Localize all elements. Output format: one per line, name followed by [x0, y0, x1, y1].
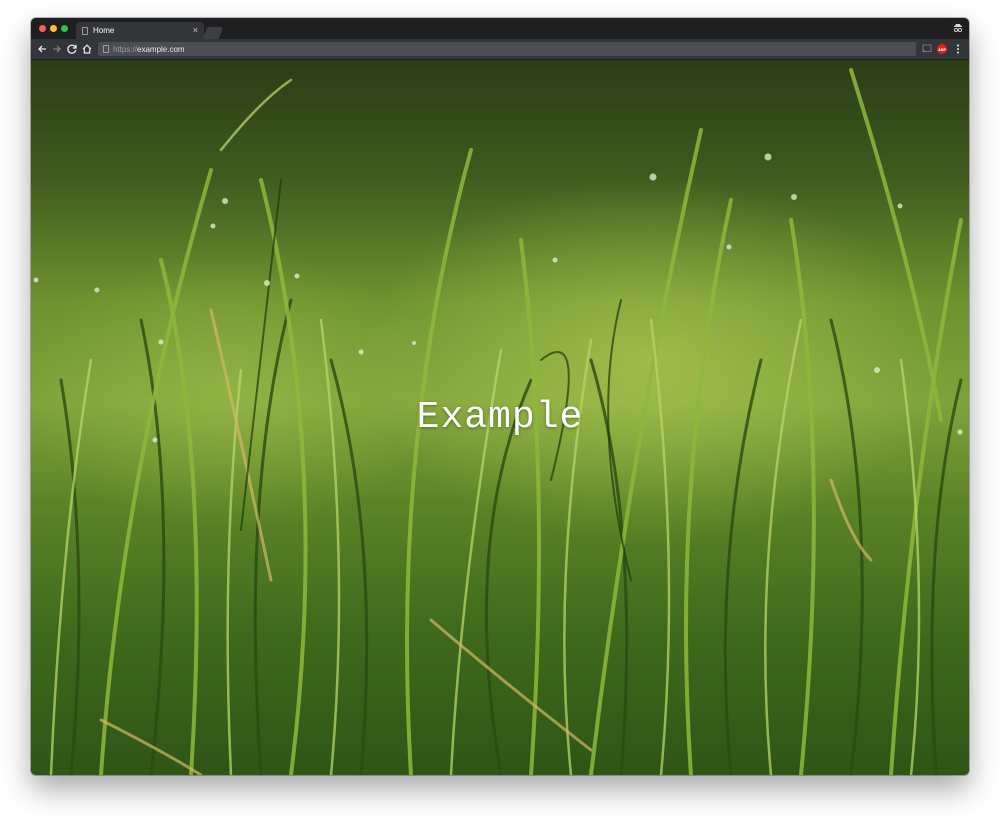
browser-window: Home × https:// example.com ABP Example	[31, 18, 969, 775]
forward-icon[interactable]	[51, 43, 63, 55]
url-scheme: https://	[113, 44, 138, 54]
tab-title: Home	[93, 26, 115, 35]
zoom-window-button[interactable]	[61, 25, 68, 32]
title-bar: Home ×	[31, 18, 969, 39]
new-tab-button[interactable]	[202, 27, 224, 39]
reload-icon[interactable]	[66, 43, 78, 55]
page-icon	[103, 45, 109, 53]
tab-close-icon[interactable]: ×	[193, 26, 198, 35]
minimize-window-button[interactable]	[50, 25, 57, 32]
back-icon[interactable]	[36, 43, 48, 55]
adblock-label: ABP	[938, 46, 946, 52]
page-content: Example	[31, 60, 969, 775]
tab-home[interactable]: Home ×	[76, 22, 204, 39]
more-vert-icon[interactable]	[955, 43, 961, 55]
close-window-button[interactable]	[39, 25, 46, 32]
browser-toolbar: https:// example.com ABP	[31, 39, 969, 60]
address-bar[interactable]: https:// example.com	[98, 42, 916, 56]
page-heading: Example	[416, 396, 584, 439]
url-host: example.com	[137, 44, 185, 54]
cast-icon[interactable]	[922, 44, 932, 53]
incognito-icon[interactable]	[953, 23, 963, 33]
home-icon[interactable]	[81, 43, 93, 55]
page-icon	[82, 26, 88, 35]
adblock-extension-button[interactable]: ABP	[937, 44, 947, 54]
